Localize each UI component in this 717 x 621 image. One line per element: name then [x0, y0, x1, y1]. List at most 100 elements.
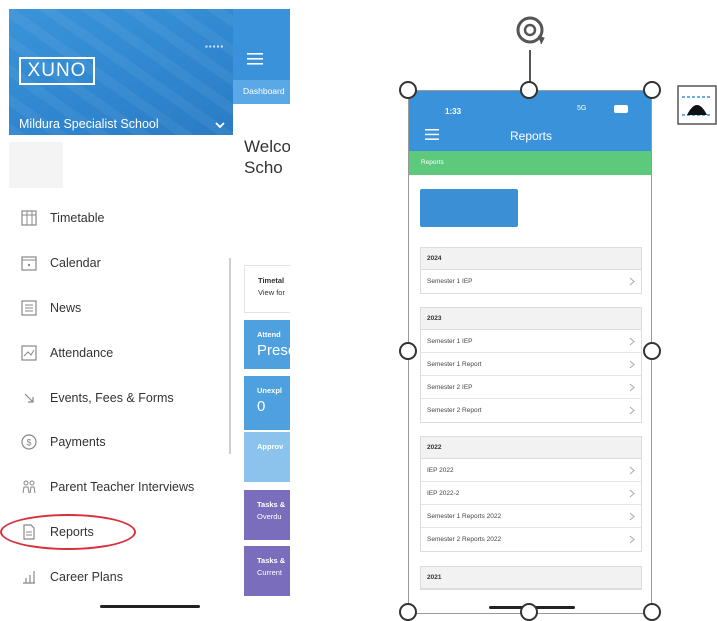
chevron-down-icon[interactable] [215, 120, 225, 130]
highlight-circle [0, 514, 136, 550]
home-indicator [100, 605, 200, 608]
nav-item-timetable[interactable]: Timetable [20, 206, 104, 230]
year-heading: 2023 [421, 308, 641, 330]
timetable-icon [21, 210, 37, 226]
resize-handle-bottom-right[interactable] [643, 603, 661, 621]
tasks-overdue-card[interactable]: Tasks & Overdu [244, 490, 290, 540]
report-label: Semester 1 Reports 2022 [427, 513, 502, 520]
nav-item-payments[interactable]: $ Payments [20, 430, 106, 454]
card-title: Tasks & [257, 556, 286, 565]
list-item[interactable]: Semester 2 IEP [421, 376, 641, 399]
nav-label: Payments [50, 435, 106, 449]
list-item[interactable]: Semester 1 IEP [421, 270, 641, 293]
nav-item-news[interactable]: News [20, 296, 81, 320]
approved-card[interactable]: Approv [244, 432, 290, 482]
news-icon [21, 300, 37, 316]
card-subtitle: View for [258, 288, 285, 297]
year-group-2022: 2022 IEP 2022 IEP 2022-2 Semester 1 Repo… [420, 436, 642, 552]
nav-item-attendance[interactable]: Attendance [20, 341, 113, 365]
unexplained-card[interactable]: Unexpl 0 [244, 376, 290, 430]
welcome-line-1: Welco [244, 137, 290, 156]
layout-options-icon[interactable] [677, 85, 717, 125]
card-value: Prese [257, 342, 290, 359]
list-item[interactable]: Semester 1 IEP [421, 330, 641, 353]
report-label: Semester 1 IEP [427, 338, 473, 345]
menu-bar [233, 44, 290, 80]
year-heading: 2024 [421, 248, 641, 270]
welcome-text: Welco Scho [244, 136, 290, 178]
list-item[interactable]: Semester 1 Report [421, 353, 641, 376]
nav-label: Calendar [50, 256, 101, 270]
reports-header: 1:33 5G Reports [409, 91, 651, 151]
attendance-icon [21, 345, 37, 361]
card-title: Timetal [258, 276, 285, 285]
breadcrumb: Dashboard [233, 80, 290, 104]
timetable-card[interactable]: Timetal View for [244, 265, 290, 313]
xuno-logo: XUNO [19, 57, 95, 85]
list-item[interactable]: Semester 2 Reports 2022 [421, 528, 641, 551]
year-group-2024: 2024 Semester 1 IEP [420, 247, 642, 294]
list-item[interactable]: IEP 2022-2 [421, 482, 641, 505]
year-group-2021: 2021 [420, 566, 642, 590]
attendance-card[interactable]: Attend Prese [244, 320, 290, 369]
nav-label: News [50, 301, 82, 315]
reports-screenshot[interactable]: 1:33 5G Reports Reports 2024 Semester 1 … [408, 90, 652, 614]
page-title: Reports [509, 129, 553, 143]
welcome-line-2: Scho [244, 158, 283, 177]
resize-handle-bottom[interactable] [520, 603, 538, 621]
hamburger-icon[interactable] [247, 53, 263, 65]
arrow-icon [24, 393, 34, 403]
list-item[interactable]: Semester 1 Reports 2022 [421, 505, 641, 528]
year-heading: 2021 [421, 567, 641, 589]
reports-action-button[interactable] [420, 189, 518, 227]
school-name[interactable]: Mildura Specialist School [19, 117, 159, 131]
nav-label: Parent Teacher Interviews [50, 480, 195, 494]
scrollbar[interactable] [229, 258, 231, 454]
year-heading: 2022 [421, 437, 641, 459]
list-item[interactable]: IEP 2022 [421, 459, 641, 482]
nav-label: Attendance [50, 346, 114, 360]
nav-label: Career Plans [50, 570, 123, 584]
breadcrumb-reports[interactable]: Reports [421, 159, 444, 166]
list-item[interactable]: Semester 2 Report [421, 399, 641, 422]
resize-handle-bottom-left[interactable] [399, 603, 417, 621]
status-time: 1:33 [445, 107, 462, 116]
chevron-right-icon [629, 383, 635, 392]
resize-handle-top-right[interactable] [643, 81, 661, 99]
report-label: Semester 2 Reports 2022 [427, 536, 502, 543]
resize-handle-left[interactable] [399, 342, 417, 360]
nav-item-career-plans[interactable]: Career Plans [20, 565, 123, 589]
rotate-icon[interactable] [512, 12, 548, 50]
nav-item-events[interactable]: Events, Fees & Forms [20, 386, 174, 410]
report-label: Semester 1 IEP [427, 278, 473, 285]
year-group-2023: 2023 Semester 1 IEP Semester 1 Report Se… [420, 307, 642, 423]
card-title: Tasks & [257, 500, 286, 509]
tasks-current-card[interactable]: Tasks & Current [244, 546, 290, 596]
resize-handle-top[interactable] [520, 81, 538, 99]
battery-icon [614, 105, 628, 113]
resize-handle-top-left[interactable] [399, 81, 417, 99]
nav-item-parent-teacher-interviews[interactable]: Parent Teacher Interviews [20, 475, 194, 499]
breadcrumb-dashboard[interactable]: Dashboard [243, 86, 285, 96]
people-icon [22, 480, 36, 494]
avatar [9, 142, 63, 188]
chevron-right-icon [629, 512, 635, 521]
calendar-icon [21, 256, 37, 271]
rotate-handle-line [529, 50, 531, 82]
resize-handle-right[interactable] [643, 342, 661, 360]
card-value: 0 [257, 398, 266, 415]
chevron-right-icon [629, 535, 635, 544]
card-subtitle: Overdu [257, 512, 282, 521]
card-title: Attend [257, 330, 281, 339]
chevron-right-icon [629, 337, 635, 346]
report-label: IEP 2022-2 [427, 490, 460, 497]
svg-text:$: $ [26, 438, 31, 448]
nav-item-calendar[interactable]: Calendar [20, 251, 101, 275]
nav-label: Events, Fees & Forms [50, 391, 174, 405]
dollar-icon: $ [21, 434, 37, 450]
breadcrumb: Reports [409, 151, 651, 175]
chevron-right-icon [629, 406, 635, 415]
card-title: Unexpl [257, 386, 283, 395]
xuno-nav-screenshot: XUNO Mildura Specialist School ▪▪▪▪▪ Das… [0, 0, 290, 621]
card-title: Approv [257, 442, 284, 451]
